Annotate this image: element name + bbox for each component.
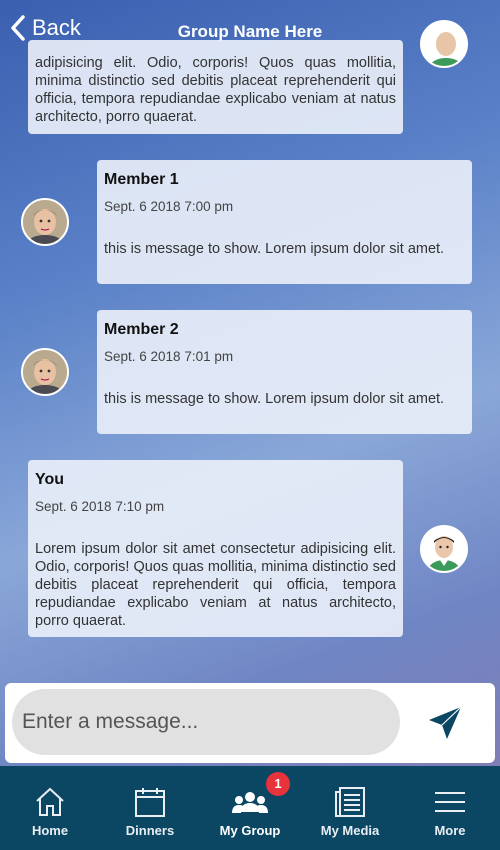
notification-badge: 1	[266, 772, 290, 796]
message-text: this is message to show. Lorem ipsum dol…	[104, 241, 445, 257]
avatar-you	[420, 525, 468, 573]
avatar-member-2	[21, 348, 69, 396]
message-list[interactable]: adipisicing elit. Odio, corporis! Quos q…	[0, 0, 500, 680]
send-icon	[429, 706, 462, 739]
avatar-member-1	[21, 198, 69, 246]
message-sender: You	[35, 471, 65, 488]
menu-icon	[435, 792, 465, 812]
tab-dinners[interactable]: Dinners	[100, 766, 200, 850]
message-input[interactable]	[12, 689, 400, 755]
home-icon	[36, 787, 64, 816]
tab-label: My Media	[320, 823, 380, 838]
message-bubble-member-2: Member 2 Sept. 6 2018 7:01 pm this is me…	[97, 310, 472, 434]
media-icon	[335, 787, 365, 817]
message-composer	[5, 683, 495, 763]
page-title: Group Name Here	[177, 22, 323, 41]
message-text: this is message to show. Lorem ipsum dol…	[104, 391, 445, 407]
tab-home[interactable]: Home	[0, 766, 100, 850]
message-text: adipisicing elit. Odio, corporis! Quos q…	[35, 55, 396, 125]
message-bubble-member-1: Member 1 Sept. 6 2018 7:00 pm this is me…	[97, 160, 472, 284]
message-text: Lorem ipsum dolor sit amet consectetur a…	[35, 541, 396, 629]
tab-label: My Group	[219, 823, 281, 838]
top-bar: Back Group Name Here	[0, 0, 500, 56]
tab-label: Dinners	[125, 823, 175, 838]
message-sender: Member 2	[104, 321, 179, 338]
message-bubble-you: You Sept. 6 2018 7:10 pm Lorem ipsum dol…	[28, 460, 403, 637]
tab-label: Home	[31, 823, 69, 838]
message-sender: Member 1	[104, 171, 179, 188]
message-timestamp: Sept. 6 2018 7:01 pm	[104, 349, 234, 364]
bottom-tab-bar: Home Dinners My Group My Media More	[0, 766, 500, 850]
message-timestamp: Sept. 6 2018 7:10 pm	[35, 499, 165, 514]
tab-more[interactable]: More	[400, 766, 500, 850]
message-timestamp: Sept. 6 2018 7:00 pm	[104, 199, 234, 214]
tab-my-media[interactable]: My Media	[300, 766, 400, 850]
calendar-icon	[135, 788, 165, 817]
group-icon	[232, 792, 268, 813]
send-button[interactable]	[425, 703, 465, 743]
tab-label: More	[434, 823, 466, 838]
